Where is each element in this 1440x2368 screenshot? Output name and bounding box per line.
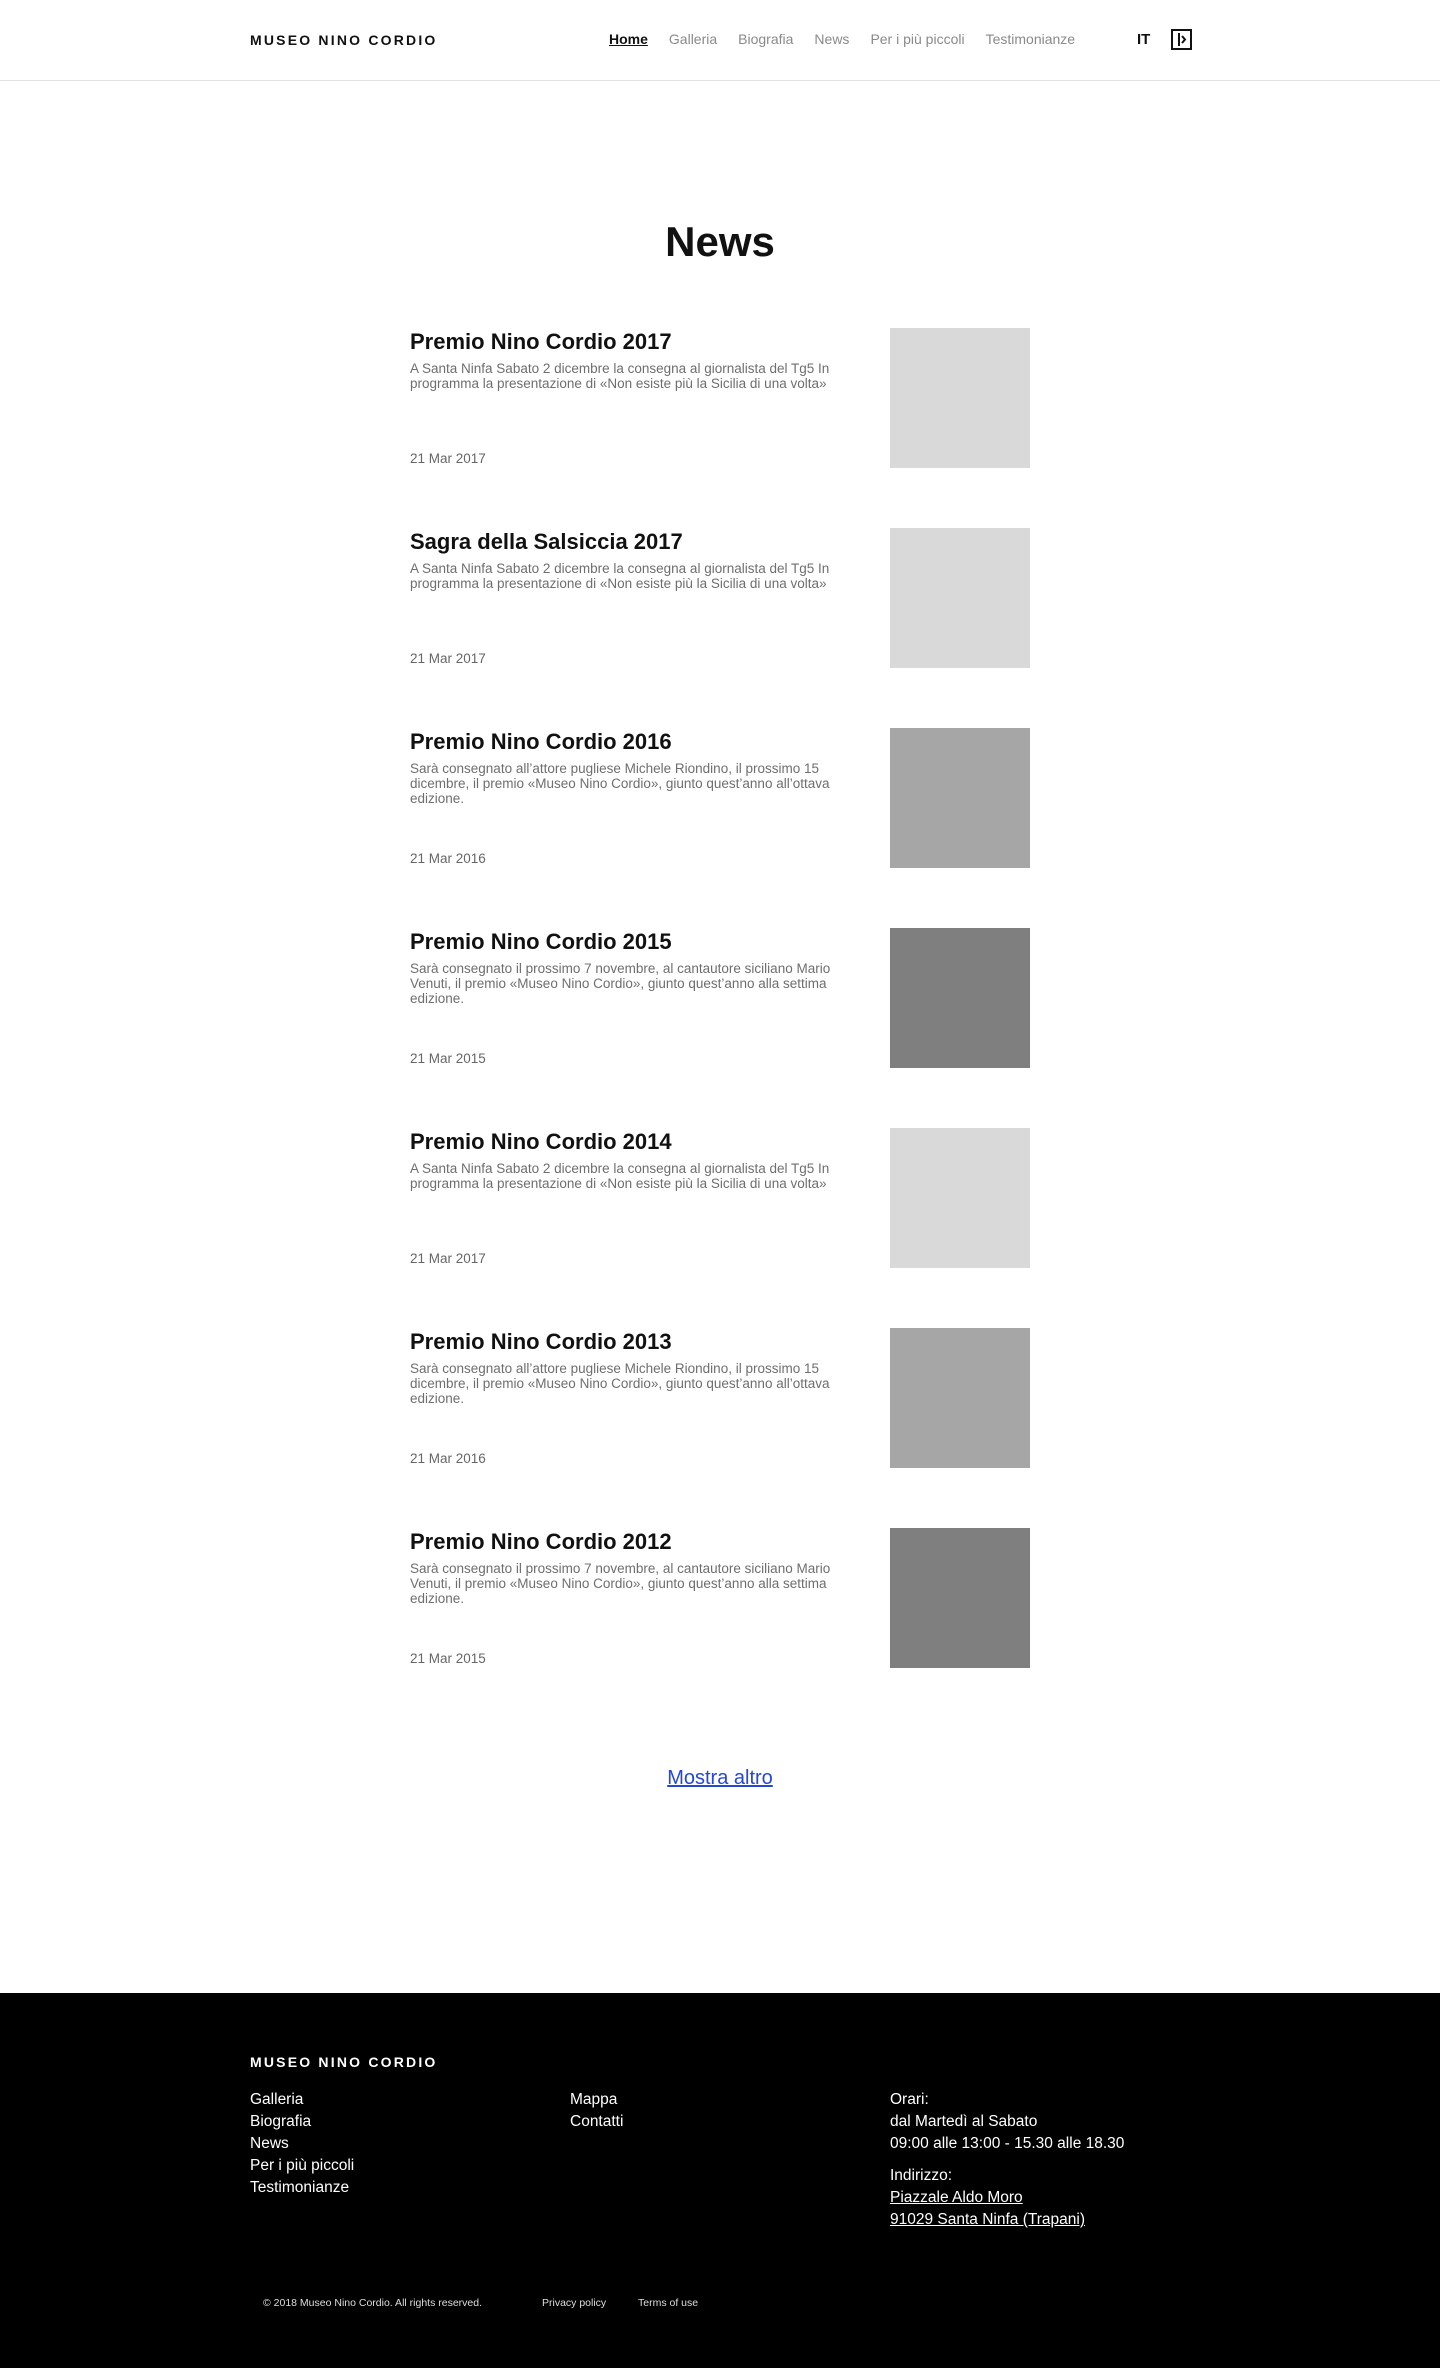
- news-text: Sagra della Salsiccia 2017 A Santa Ninfa …: [410, 528, 865, 668]
- footer-link-mappa[interactable]: Mappa: [570, 2089, 623, 2111]
- footer-info: Orari: dal Martedì al Sabato 09:00 alle …: [890, 2089, 1124, 2231]
- news-item[interactable]: Premio Nino Cordio 2013 Sarà consegnato a…: [410, 1328, 1030, 1528]
- news-description: Sarà consegnato il prossimo 7 novembre, …: [410, 1561, 831, 1606]
- news-thumbnail[interactable]: [890, 328, 1030, 468]
- news-description: A Santa Ninfa Sabato 2 dicembre la conse…: [410, 561, 830, 591]
- news-date: 21 Mar 2016: [410, 1451, 486, 1466]
- news-date: 21 Mar 2016: [410, 851, 486, 866]
- news-title[interactable]: Sagra della Salsiccia 2017: [410, 528, 865, 556]
- nav-biografia[interactable]: Biografia: [738, 31, 793, 47]
- terms-of-use-link[interactable]: Terms of use: [638, 2297, 698, 2309]
- news-description: Sarà consegnato all’attore pugliese Mich…: [410, 761, 830, 806]
- footer-link-biografia[interactable]: Biografia: [250, 2111, 354, 2133]
- privacy-policy-link[interactable]: Privacy policy: [542, 2297, 606, 2309]
- news-title[interactable]: Premio Nino Cordio 2016: [410, 728, 865, 756]
- news-text: Premio Nino Cordio 2017 A Santa Ninfa Sab…: [410, 328, 865, 468]
- language-switcher[interactable]: IT: [1137, 31, 1150, 48]
- news-description: Sarà consegnato il prossimo 7 novembre, …: [410, 961, 831, 1006]
- news-date: 21 Mar 2015: [410, 1051, 486, 1066]
- news-thumbnail[interactable]: [890, 1528, 1030, 1668]
- news-item[interactable]: Premio Nino Cordio 2012 Sarà consegnato i…: [410, 1528, 1030, 1728]
- news-item[interactable]: Premio Nino Cordio 2014 A Santa Ninfa Sab…: [410, 1128, 1030, 1328]
- address-label: Indirizzo:: [890, 2167, 953, 2184]
- nav-news[interactable]: News: [814, 31, 849, 47]
- news-date: 21 Mar 2017: [410, 451, 486, 466]
- news-list: Premio Nino Cordio 2017 A Santa Ninfa Sab…: [410, 328, 1030, 1728]
- nav-galleria[interactable]: Galleria: [669, 31, 717, 47]
- nav-testimonianze[interactable]: Testimonianze: [986, 31, 1076, 47]
- footer-logo[interactable]: MUSEO NINO CORDIO: [250, 2054, 438, 2070]
- hours-time: 09:00 alle 13:00 - 15.30 alle 18.30: [890, 2135, 1125, 2152]
- news-description: A Santa Ninfa Sabato 2 dicembre la conse…: [410, 1161, 830, 1191]
- footer-link-galleria[interactable]: Galleria: [250, 2089, 354, 2111]
- menu-panel-icon[interactable]: [1171, 29, 1192, 50]
- hours-label: Orari:: [890, 2091, 929, 2108]
- news-text: Premio Nino Cordio 2013 Sarà consegnato a…: [410, 1328, 865, 1468]
- show-more-container: Mostra altro: [0, 1767, 1440, 1790]
- main-nav: Home Galleria Biografia News Per i più p…: [609, 31, 1096, 47]
- news-text: Premio Nino Cordio 2014 A Santa Ninfa Sab…: [410, 1128, 865, 1268]
- footer-link-contatti[interactable]: Contatti: [570, 2111, 623, 2133]
- news-item[interactable]: Premio Nino Cordio 2015 Sarà consegnato i…: [410, 928, 1030, 1128]
- news-text: Premio Nino Cordio 2016 Sarà consegnato a…: [410, 728, 865, 868]
- news-title[interactable]: Premio Nino Cordio 2012: [410, 1528, 865, 1556]
- news-title[interactable]: Premio Nino Cordio 2014: [410, 1128, 865, 1156]
- show-more-link[interactable]: Mostra altro: [667, 1767, 773, 1789]
- footer-nav-col1: Galleria Biografia News Per i più piccol…: [250, 2089, 354, 2199]
- news-item[interactable]: Sagra della Salsiccia 2017 A Santa Ninfa …: [410, 528, 1030, 728]
- news-thumbnail[interactable]: [890, 528, 1030, 668]
- site-header: MUSEO NINO CORDIO Home Galleria Biografi…: [0, 0, 1440, 81]
- site-footer: MUSEO NINO CORDIO Galleria Biografia New…: [0, 1993, 1440, 2368]
- news-item[interactable]: Premio Nino Cordio 2016 Sarà consegnato a…: [410, 728, 1030, 928]
- hours-days: dal Martedì al Sabato: [890, 2113, 1038, 2130]
- news-date: 21 Mar 2017: [410, 1251, 486, 1266]
- nav-home[interactable]: Home: [609, 31, 648, 47]
- news-text: Premio Nino Cordio 2012 Sarà consegnato i…: [410, 1528, 865, 1668]
- nav-per-i-piu-piccoli[interactable]: Per i più piccoli: [870, 31, 964, 47]
- news-title[interactable]: Premio Nino Cordio 2017: [410, 328, 865, 356]
- address-line1-link[interactable]: Piazzale Aldo Moro: [890, 2187, 1124, 2209]
- news-title[interactable]: Premio Nino Cordio 2015: [410, 928, 865, 956]
- copyright: © 2018 Museo Nino Cordio. All rights res…: [263, 2297, 483, 2309]
- news-date: 21 Mar 2015: [410, 1651, 486, 1666]
- page-title: News: [665, 218, 775, 265]
- news-date: 21 Mar 2017: [410, 651, 486, 666]
- news-thumbnail[interactable]: [890, 1128, 1030, 1268]
- footer-link-news[interactable]: News: [250, 2133, 354, 2155]
- footer-nav-col2: Mappa Contatti: [570, 2089, 623, 2133]
- news-thumbnail[interactable]: [890, 928, 1030, 1068]
- footer-link-per-i-piu-piccoli[interactable]: Per i più piccoli: [250, 2155, 354, 2177]
- news-description: Sarà consegnato all’attore pugliese Mich…: [410, 1361, 830, 1406]
- news-description: A Santa Ninfa Sabato 2 dicembre la conse…: [410, 361, 830, 391]
- news-item[interactable]: Premio Nino Cordio 2017 A Santa Ninfa Sab…: [410, 328, 1030, 528]
- news-title[interactable]: Premio Nino Cordio 2013: [410, 1328, 865, 1356]
- news-thumbnail[interactable]: [890, 728, 1030, 868]
- news-text: Premio Nino Cordio 2015 Sarà consegnato i…: [410, 928, 865, 1068]
- site-logo[interactable]: MUSEO NINO CORDIO: [250, 32, 438, 48]
- address-line2-link[interactable]: 91029 Santa Ninfa (Trapani): [890, 2209, 1124, 2231]
- news-thumbnail[interactable]: [890, 1328, 1030, 1468]
- footer-link-testimonianze[interactable]: Testimonianze: [250, 2177, 354, 2199]
